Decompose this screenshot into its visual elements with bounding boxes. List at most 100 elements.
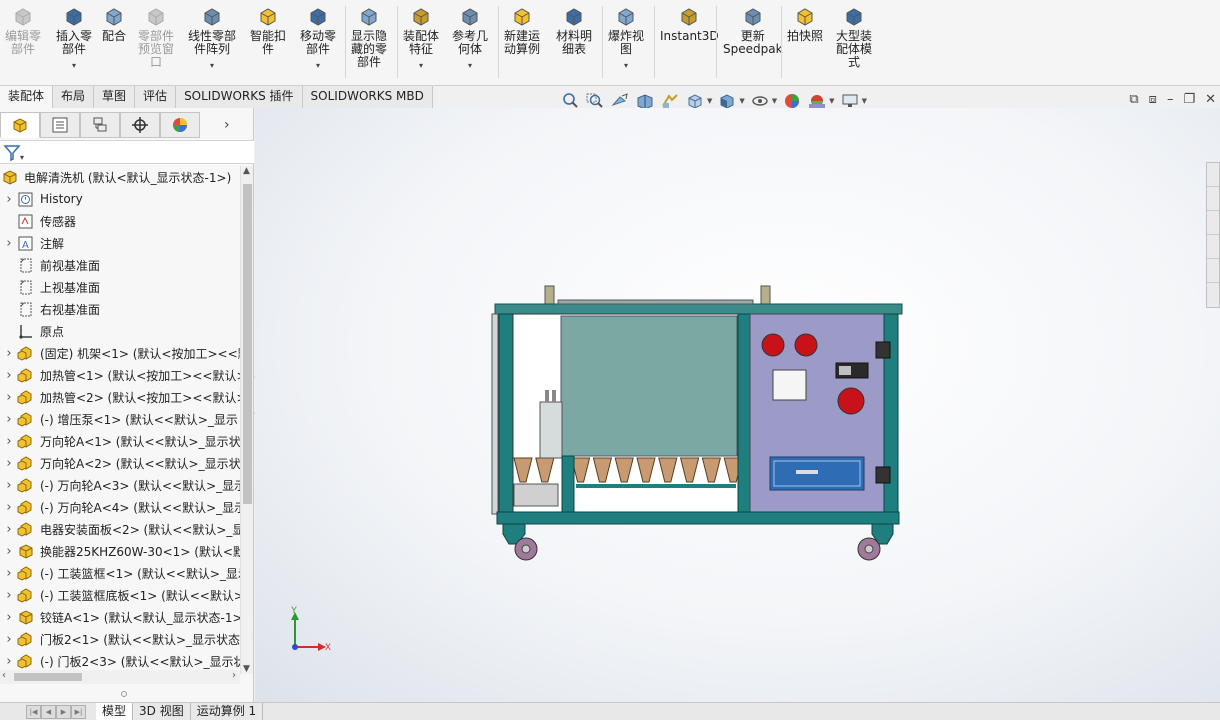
custom-properties-icon[interactable] <box>1207 283 1219 307</box>
tab-solidworks-addins[interactable]: SOLIDWORKS 插件 <box>176 86 303 108</box>
tab-solidworks-mbd[interactable]: SOLIDWORKS MBD <box>302 86 433 108</box>
tree-item[interactable]: › (固定) 机架<1> (默认<按加工><<默 <box>0 342 240 364</box>
expand-arrow-icon[interactable]: › <box>2 654 16 669</box>
last-tab-arrow-icon[interactable]: ▶| <box>71 704 86 719</box>
tree-root-item[interactable]: 电解清洗机 (默认<默认_显示状态-1>) <box>0 166 240 188</box>
tree-item[interactable]: › (-) 工装篮框<1> (默认<<默认>_显示 <box>0 562 240 584</box>
chevron-down-icon[interactable]: ▼ <box>862 97 867 105</box>
expand-arrow-icon[interactable]: › <box>2 434 16 449</box>
tree-item[interactable]: › 加热管<2> (默认<按加工><<默认>_ <box>0 386 240 408</box>
ribbon-button-7[interactable]: 移动零 部件 ▾ <box>300 6 336 72</box>
ribbon-button-9[interactable]: 装配体 特征 ▾ <box>403 6 439 72</box>
tree-item[interactable]: › (-) 工装篮框底板<1> (默认<<默认> <box>0 584 240 606</box>
tree-horizontal-scroll-thumb[interactable] <box>14 673 82 681</box>
ribbon-button-12[interactable]: 材料明 细表 <box>556 6 592 56</box>
expand-arrow-icon[interactable]: › <box>2 412 16 427</box>
tree-item[interactable]: › 万向轮A<1> (默认<<默认>_显示状 <box>0 430 240 452</box>
panel-tabs-more-arrow[interactable]: › <box>224 112 230 140</box>
restore-panel-icon[interactable]: ⧉ <box>1129 92 1138 107</box>
tree-item[interactable]: › 电器安装面板<2> (默认<<默认>_显 <box>0 518 240 540</box>
scroll-left-arrow-icon[interactable]: ‹ <box>2 670 6 681</box>
previous-tab-arrow-icon[interactable]: ◀ <box>41 704 56 719</box>
scroll-right-arrow-icon[interactable]: › <box>232 670 236 681</box>
tree-item[interactable]: › (-) 门板2<3> (默认<<默认>_显示状 <box>0 650 240 672</box>
ribbon-button-5[interactable]: 线性零部 件阵列 ▾ <box>188 6 236 72</box>
tab-3d-view[interactable]: 3D 视图 <box>133 702 191 720</box>
configuration-manager-tab[interactable] <box>80 112 120 138</box>
ribbon-button-13[interactable]: 爆炸视 图 ▾ <box>608 6 644 72</box>
graphics-area[interactable]: Y X <box>255 108 1220 702</box>
chevron-down-icon[interactable]: ▾ <box>624 59 628 72</box>
tree-vertical-scroll-thumb[interactable] <box>243 184 252 504</box>
tab-model[interactable]: 模型 <box>96 702 134 720</box>
first-tab-arrow-icon[interactable]: |◀ <box>26 704 41 719</box>
view-palette-icon[interactable] <box>1207 235 1219 259</box>
file-explorer-icon[interactable] <box>1207 211 1219 235</box>
tree-item[interactable]: › (-) 万向轮A<3> (默认<<默认>_显示 <box>0 474 240 496</box>
tab-motion-study-1[interactable]: 运动算例 1 <box>191 702 264 720</box>
panel-resize-handle[interactable] <box>121 691 127 697</box>
home-icon[interactable] <box>1207 163 1219 187</box>
ribbon-button-3[interactable]: 配合 <box>102 6 126 43</box>
tab-sketch[interactable]: 草图 <box>94 86 136 108</box>
chevron-down-icon[interactable]: ▾ <box>316 59 320 72</box>
tree-vertical-scrollbar[interactable]: ▲ ▼ <box>240 166 253 674</box>
expand-arrow-icon[interactable]: › <box>2 632 16 647</box>
tree-item[interactable]: 前视基准面 <box>0 254 240 276</box>
expand-arrow-icon[interactable]: › <box>2 566 16 581</box>
ribbon-button-6[interactable]: 智能扣 件 <box>250 6 286 56</box>
filter-icon[interactable]: ▾ <box>2 143 26 163</box>
ribbon-button-14[interactable]: Instant3D <box>660 6 719 43</box>
next-tab-arrow-icon[interactable]: ▶ <box>56 704 71 719</box>
tree-item[interactable]: 上视基准面 <box>0 276 240 298</box>
ribbon-button-11[interactable]: 新建运 动算例 <box>504 6 540 56</box>
appearances-icon[interactable] <box>1207 259 1219 283</box>
tree-item[interactable]: › 加热管<1> (默认<按加工><<默认>_ <box>0 364 240 386</box>
minimize-icon[interactable]: – <box>1167 92 1174 107</box>
expand-arrow-icon[interactable]: › <box>2 500 16 515</box>
expand-arrow-icon[interactable]: › <box>2 610 16 625</box>
ribbon-button-16[interactable]: 拍快照 <box>787 6 823 43</box>
expand-arrow-icon[interactable]: › <box>2 456 16 471</box>
tree-item[interactable]: › History <box>0 188 240 210</box>
expand-arrow-icon[interactable]: › <box>2 368 16 383</box>
expand-arrow-icon[interactable]: › <box>2 346 16 361</box>
tree-item[interactable]: › 门板2<1> (默认<<默认>_显示状态 <box>0 628 240 650</box>
tree-item[interactable]: 原点 <box>0 320 240 342</box>
ribbon-button-2[interactable]: 插入零 部件 ▾ <box>56 6 92 72</box>
maximize-icon[interactable]: ❐ <box>1183 92 1195 107</box>
chevron-down-icon[interactable]: ▾ <box>72 59 76 72</box>
tab-assembly[interactable]: 装配体 <box>0 86 54 108</box>
ribbon-button-8[interactable]: 显示隐 藏的零 部件 <box>351 6 387 69</box>
chevron-down-icon[interactable]: ▼ <box>829 97 834 105</box>
ribbon-button-10[interactable]: 参考几 何体 ▾ <box>452 6 488 72</box>
scroll-up-arrow-icon[interactable]: ▲ <box>243 166 250 176</box>
tree-item[interactable]: › 换能器25KHZ60W-30<1> (默认<默 <box>0 540 240 562</box>
expand-arrow-icon[interactable]: › <box>2 236 16 251</box>
tree-item[interactable]: › (-) 增压泵<1> (默认<<默认>_显示 <box>0 408 240 430</box>
property-manager-tab[interactable] <box>40 112 80 138</box>
tab-evaluate[interactable]: 评估 <box>135 86 177 108</box>
expand-arrow-icon[interactable]: › <box>2 478 16 493</box>
ribbon-button-17[interactable]: 大型装 配体模 式 <box>836 6 872 69</box>
tree-item[interactable]: › 万向轮A<2> (默认<<默认>_显示状 <box>0 452 240 474</box>
chevron-down-icon[interactable]: ▼ <box>707 97 712 105</box>
chevron-down-icon[interactable]: ▾ <box>419 59 423 72</box>
feature-manager-tab[interactable] <box>0 112 40 138</box>
chevron-down-icon[interactable]: ▼ <box>772 97 777 105</box>
chevron-down-icon[interactable]: ▾ <box>468 59 472 72</box>
tab-layout[interactable]: 布局 <box>53 86 95 108</box>
chevron-down-icon[interactable]: ▼ <box>739 97 744 105</box>
expand-arrow-icon[interactable]: › <box>2 192 16 207</box>
tree-horizontal-scrollbar[interactable]: ‹ › <box>0 670 240 684</box>
tree-item[interactable]: 右视基准面 <box>0 298 240 320</box>
design-library-icon[interactable] <box>1207 187 1219 211</box>
close-icon[interactable]: ✕ <box>1205 92 1216 107</box>
tree-item[interactable]: › (-) 万向轮A<4> (默认<<默认>_显示 <box>0 496 240 518</box>
tree-item[interactable]: › 铰链A<1> (默认<默认_显示状态-1> <box>0 606 240 628</box>
dimxpert-manager-tab[interactable] <box>120 112 160 138</box>
ribbon-button-1[interactable]: 编辑零 部件 <box>5 6 41 56</box>
ribbon-button-15[interactable]: 更新 Speedpak <box>723 6 783 56</box>
display-manager-tab[interactable] <box>160 112 200 138</box>
feature-tree-filter[interactable]: ▾ <box>0 140 254 164</box>
